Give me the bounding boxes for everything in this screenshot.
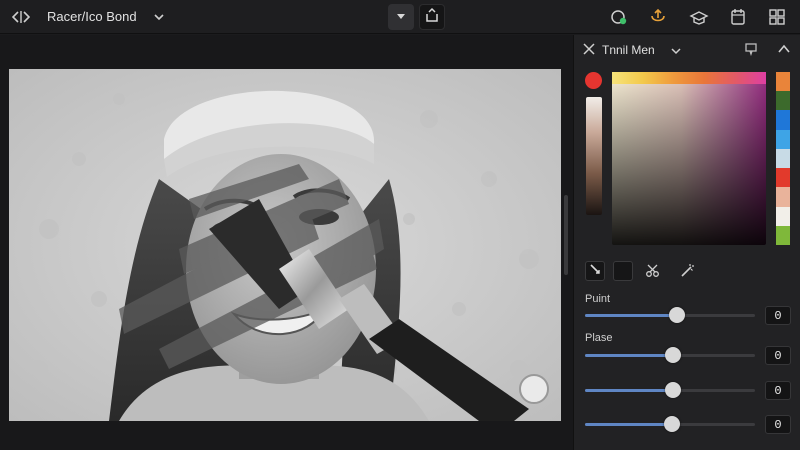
chevron-down-icon[interactable] bbox=[153, 10, 165, 22]
scissors-icon[interactable] bbox=[643, 261, 663, 281]
magic-wand-icon[interactable] bbox=[677, 261, 697, 281]
vertical-scrollbar[interactable] bbox=[564, 195, 568, 275]
slider-fill bbox=[585, 354, 673, 357]
color-palette bbox=[776, 72, 790, 245]
export-icon[interactable] bbox=[647, 6, 669, 28]
canvas-area[interactable] bbox=[0, 35, 573, 450]
slider-fill bbox=[585, 389, 673, 392]
dropdown-icon bbox=[396, 8, 406, 26]
palette-swatch[interactable] bbox=[776, 225, 790, 245]
slider-thumb[interactable] bbox=[665, 347, 681, 363]
current-color-swatch[interactable] bbox=[585, 72, 602, 89]
palette-swatch[interactable] bbox=[776, 168, 790, 188]
palette-swatch[interactable] bbox=[776, 91, 790, 111]
history-icon[interactable] bbox=[727, 6, 749, 28]
grid-icon[interactable] bbox=[766, 6, 788, 28]
back-forward-icon[interactable] bbox=[10, 7, 32, 27]
layers-sync-icon[interactable] bbox=[608, 6, 630, 28]
slider-value-1[interactable]: 0 bbox=[765, 306, 791, 325]
comment-icon[interactable] bbox=[744, 42, 758, 57]
palette-swatch[interactable] bbox=[776, 206, 790, 226]
slider-value-4[interactable]: 0 bbox=[765, 415, 791, 434]
hat-icon[interactable] bbox=[688, 6, 710, 28]
slider-3[interactable] bbox=[585, 382, 755, 398]
panel-header: Tnnil Men bbox=[574, 35, 800, 63]
slider-thumb[interactable] bbox=[665, 382, 681, 398]
hue-bar[interactable] bbox=[612, 72, 766, 84]
close-icon[interactable] bbox=[582, 42, 596, 56]
document-title[interactable]: Racer/Ico Bond bbox=[47, 9, 137, 24]
top-toolbar: Racer/Ico Bond bbox=[0, 0, 800, 34]
share-button[interactable] bbox=[419, 4, 445, 30]
section-label-paint: Puint bbox=[585, 293, 611, 305]
section-label-phase: Plase bbox=[585, 332, 613, 344]
color-picker-square[interactable] bbox=[612, 72, 766, 245]
chevron-down-icon[interactable] bbox=[670, 44, 682, 56]
color-panel: Tnnil Men Puint 0 Plase 0 0 0 bbox=[573, 35, 800, 450]
brush-icon bbox=[589, 262, 601, 280]
palette-swatch[interactable] bbox=[776, 187, 790, 207]
chevron-up-icon[interactable] bbox=[777, 42, 791, 56]
photo-canvas[interactable] bbox=[9, 69, 561, 421]
palette-swatch[interactable] bbox=[776, 72, 790, 92]
slider-2[interactable] bbox=[585, 347, 755, 363]
slider-fill bbox=[585, 314, 677, 317]
slider-1[interactable] bbox=[585, 307, 755, 323]
palette-swatch[interactable] bbox=[776, 129, 790, 149]
panel-title[interactable]: Tnnil Men bbox=[602, 43, 655, 57]
brush-tools-row bbox=[582, 261, 792, 283]
slider-value-2[interactable]: 0 bbox=[765, 346, 791, 365]
brush-tool-button[interactable] bbox=[585, 261, 605, 281]
slider-value-3[interactable]: 0 bbox=[765, 381, 791, 400]
tone-slider-strip[interactable] bbox=[586, 97, 602, 215]
slider-thumb[interactable] bbox=[669, 307, 685, 323]
share-icon bbox=[425, 7, 439, 28]
palette-swatch[interactable] bbox=[776, 110, 790, 130]
color-fill-button[interactable] bbox=[613, 261, 633, 281]
slider-thumb[interactable] bbox=[664, 416, 680, 432]
slider-fill bbox=[585, 423, 672, 426]
slider-4[interactable] bbox=[585, 416, 755, 432]
palette-swatch[interactable] bbox=[776, 148, 790, 169]
dropdown-button[interactable] bbox=[388, 4, 414, 30]
